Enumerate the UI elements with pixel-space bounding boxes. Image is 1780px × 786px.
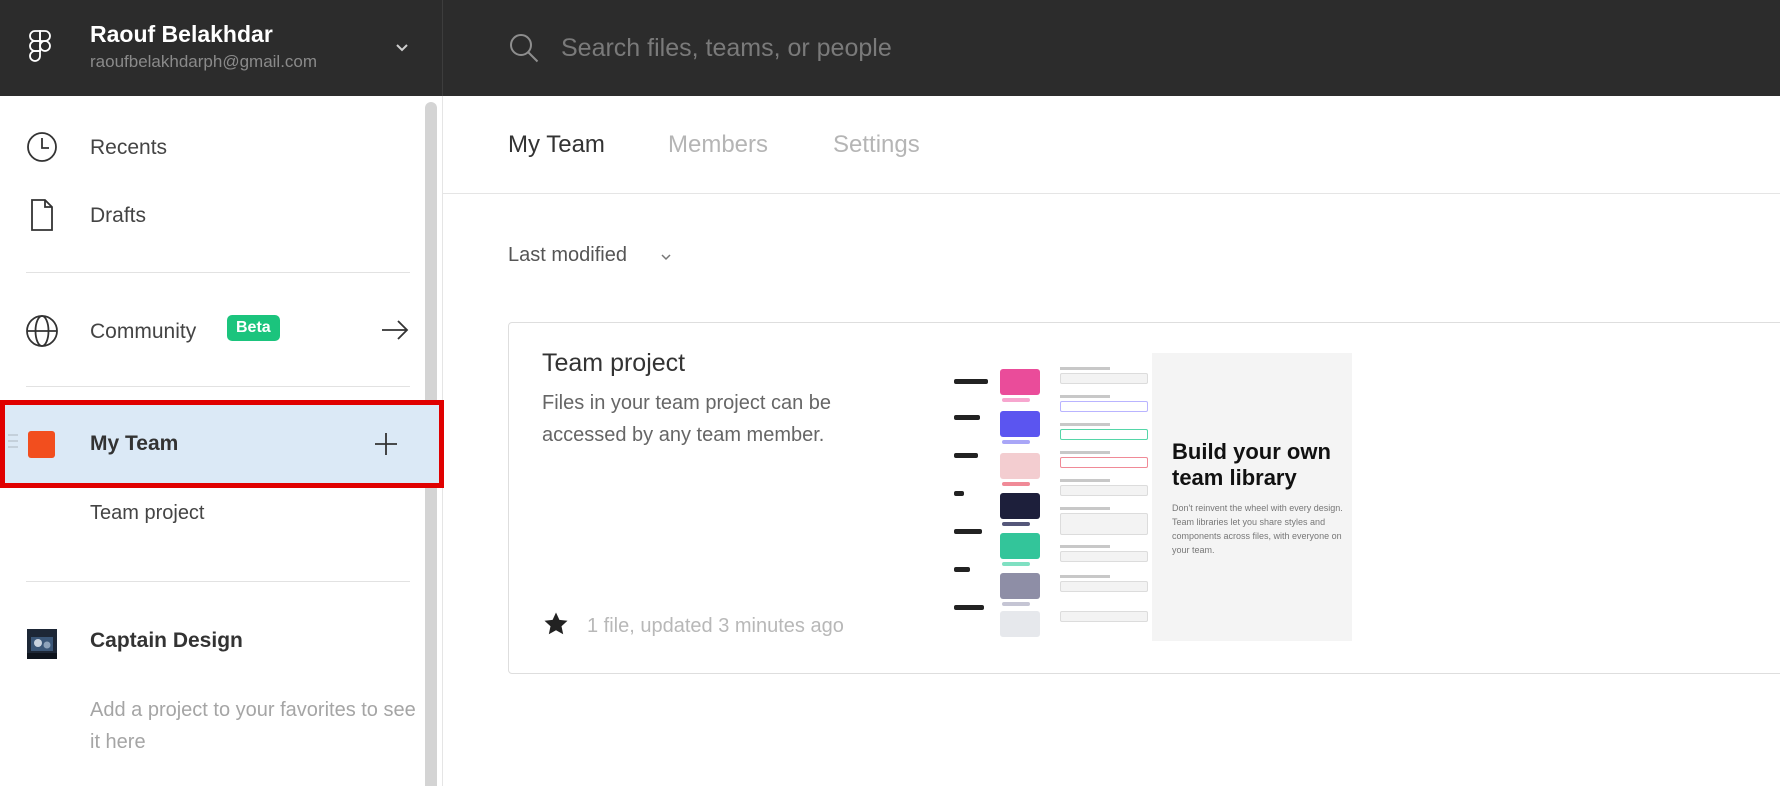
globe-icon	[26, 315, 58, 347]
sidebar-item-captain-design[interactable]: Captain Design	[90, 629, 243, 653]
team-name: My Team	[90, 432, 179, 455]
project-title: Team project	[542, 349, 686, 377]
sidebar-divider	[26, 272, 410, 273]
drag-handle-icon[interactable]	[8, 432, 18, 454]
account-email: raoufbelakhdarph@gmail.com	[90, 52, 318, 71]
thumbnail-body: Don't reinvent the wheel with every desi…	[1172, 503, 1343, 555]
sidebar: Recents Drafts Community Beta My Team Te…	[0, 96, 444, 786]
account-switcher[interactable]: Raouf Belakhdar raoufbelakhdarph@gmail.c…	[0, 0, 443, 96]
project-thumbnail[interactable]: Build your own team library Don't reinve…	[950, 353, 1352, 641]
sidebar-divider	[26, 386, 410, 387]
main-content: My Team Members Settings Last modified T…	[443, 96, 1780, 786]
team-color-swatch	[28, 431, 55, 458]
sidebar-item-recents[interactable]: Recents	[0, 117, 420, 177]
thumbnail-heading: Build your own team library	[1172, 439, 1331, 490]
sidebar-item-label: Recents	[90, 136, 168, 159]
tab-my-team[interactable]: My Team	[508, 131, 605, 159]
chevron-down-icon[interactable]	[660, 252, 672, 262]
account-name: Raouf Belakhdar	[90, 21, 273, 47]
sidebar-item-my-team[interactable]: My Team	[0, 400, 444, 488]
beta-badge: Beta	[227, 315, 280, 341]
project-card[interactable]: Team project Files in your team project …	[508, 322, 1780, 674]
search-icon	[510, 34, 539, 63]
project-description: Files in your team project can be access…	[542, 392, 832, 446]
sidebar-item-label: Drafts	[90, 204, 147, 227]
search-input[interactable]	[561, 27, 1361, 69]
sort-dropdown[interactable]: Last modified	[508, 244, 627, 267]
file-icon	[31, 199, 53, 231]
thumbnail-cover: Build your own team library Don't reinve…	[1152, 353, 1352, 641]
star-icon[interactable]	[543, 611, 569, 637]
sidebar-item-community[interactable]: Community	[0, 301, 420, 361]
thumbnail-component-preview	[950, 353, 1152, 641]
chevron-down-icon[interactable]	[392, 40, 412, 56]
project-meta: 1 file, updated 3 minutes ago	[587, 615, 844, 637]
add-project-icon[interactable]	[373, 431, 399, 457]
search-bar	[443, 0, 1780, 96]
figma-logo-icon	[29, 30, 51, 62]
sidebar-item-label: Community	[90, 320, 197, 343]
sidebar-item-team-project[interactable]: Team project	[90, 502, 205, 525]
team-avatar	[27, 629, 57, 659]
sidebar-divider	[26, 581, 410, 582]
clock-icon	[27, 132, 57, 162]
sidebar-item-drafts[interactable]: Drafts	[0, 185, 420, 245]
tab-members[interactable]: Members	[668, 131, 768, 159]
arrow-right-icon[interactable]	[380, 318, 410, 342]
favorites-empty-hint: Add a project to your favorites to see i…	[90, 699, 416, 753]
tab-bar: My Team Members Settings	[443, 96, 1780, 194]
tab-settings[interactable]: Settings	[833, 131, 920, 159]
